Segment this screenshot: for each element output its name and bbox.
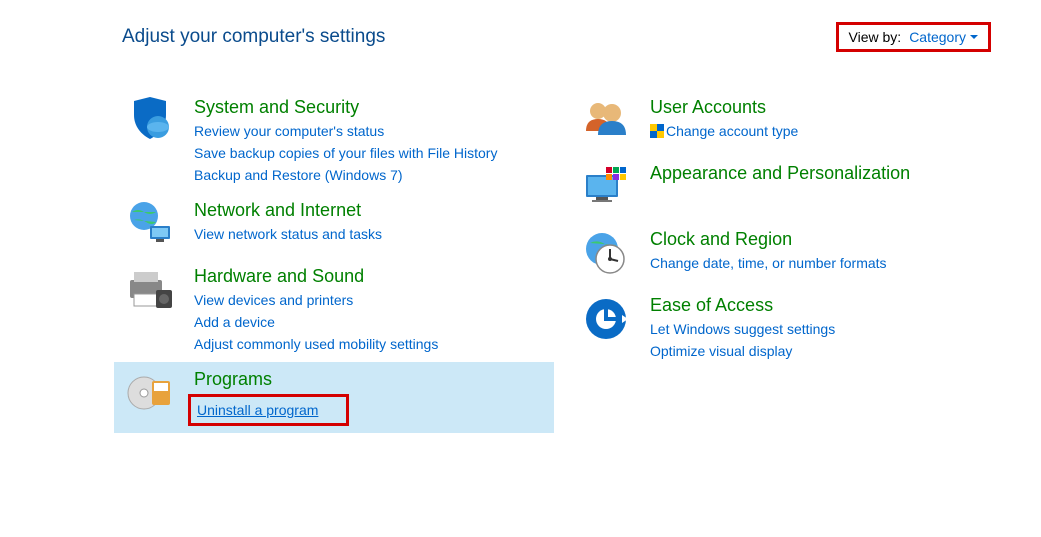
highlight-uninstall-box: Uninstall a program: [188, 394, 349, 426]
category-title[interactable]: Network and Internet: [194, 200, 554, 221]
category-hardware: Hardware and Sound View devices and prin…: [114, 259, 554, 362]
link-add-device[interactable]: Add a device: [194, 311, 554, 333]
category-network: Network and Internet View network status…: [114, 193, 554, 259]
category-system-security: System and Security Review your computer…: [114, 90, 554, 193]
view-by-selector[interactable]: View by: Category: [836, 22, 991, 52]
category-title[interactable]: Clock and Region: [650, 229, 1010, 250]
left-column: System and Security Review your computer…: [114, 90, 554, 433]
chevron-down-icon: [970, 35, 978, 39]
view-by-label: View by:: [849, 29, 902, 45]
category-user-accounts: User Accounts Change account type: [570, 90, 1010, 156]
page-title: Adjust your computer's settings: [122, 26, 385, 48]
view-by-value[interactable]: Category: [909, 29, 978, 45]
clock-globe-icon: [576, 229, 636, 281]
link-optimize-visual[interactable]: Optimize visual display: [650, 340, 1010, 362]
link-review-status[interactable]: Review your computer's status: [194, 120, 554, 142]
link-devices-printers[interactable]: View devices and printers: [194, 289, 554, 311]
view-by-value-text: Category: [909, 29, 966, 45]
link-mobility-settings[interactable]: Adjust commonly used mobility settings: [194, 333, 554, 355]
category-appearance: Appearance and Personalization: [570, 156, 1010, 222]
link-change-date-time[interactable]: Change date, time, or number formats: [650, 252, 1010, 274]
link-uninstall-program[interactable]: Uninstall a program: [197, 399, 318, 421]
category-title[interactable]: System and Security: [194, 97, 554, 118]
category-programs: Programs Uninstall a program: [114, 362, 554, 433]
user-accounts-icon: [576, 97, 636, 149]
category-ease-of-access: Ease of Access Let Windows suggest setti…: [570, 288, 1010, 369]
link-windows-suggest[interactable]: Let Windows suggest settings: [650, 318, 1010, 340]
category-title[interactable]: Appearance and Personalization: [650, 163, 1010, 184]
printer-devices-icon: [120, 266, 180, 318]
category-title[interactable]: Hardware and Sound: [194, 266, 554, 287]
category-title[interactable]: User Accounts: [650, 97, 1010, 118]
globe-network-icon: [120, 200, 180, 252]
uac-shield-icon: [650, 124, 664, 138]
link-text: Change account type: [666, 123, 798, 139]
category-title[interactable]: Ease of Access: [650, 295, 1010, 316]
programs-disc-icon: [120, 369, 180, 421]
appearance-monitor-icon: [576, 163, 636, 215]
link-change-account-type[interactable]: Change account type: [650, 120, 1010, 142]
category-title[interactable]: Programs: [194, 369, 554, 390]
ease-of-access-icon: [576, 295, 636, 347]
right-column: User Accounts Change account type: [570, 90, 1010, 433]
link-file-history[interactable]: Save backup copies of your files with Fi…: [194, 142, 554, 164]
category-clock-region: Clock and Region Change date, time, or n…: [570, 222, 1010, 288]
link-network-status[interactable]: View network status and tasks: [194, 223, 554, 245]
link-backup-restore[interactable]: Backup and Restore (Windows 7): [194, 164, 554, 186]
shield-monitor-icon: [120, 97, 180, 149]
